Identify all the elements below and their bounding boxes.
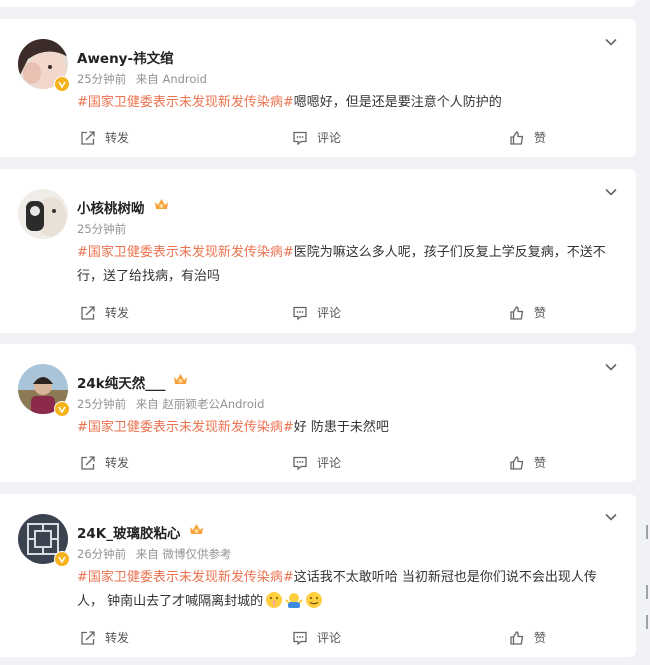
post-time: 25分钟前 bbox=[77, 72, 127, 86]
like-label: 赞 bbox=[534, 306, 547, 320]
scrollbar-tick bbox=[646, 525, 648, 539]
comment-text: #国家卫健委表示未发现新发传染病#好 防患于未然吧 bbox=[77, 416, 622, 440]
comment-text: #国家卫健委表示未发现新发传染病#嗯嗯好，但是还是要注意个人防护的 bbox=[77, 91, 622, 115]
comment-label: 评论 bbox=[317, 456, 342, 470]
previous-card-edge bbox=[0, 0, 636, 7]
share-label: 转发 bbox=[105, 456, 130, 470]
post-meta: 26分钟前 来自 微博仅供参考 bbox=[77, 546, 237, 562]
verified-badge-icon bbox=[54, 76, 70, 92]
post-time: 25分钟前 bbox=[77, 397, 127, 411]
share-label: 转发 bbox=[105, 306, 130, 320]
topic-tag[interactable]: #国家卫健委表示未发现新发传染病# bbox=[77, 245, 294, 260]
share-label: 转发 bbox=[105, 131, 130, 145]
post-meta: 25分钟前 来自 赵丽颖老公Android bbox=[77, 396, 270, 412]
comment-card: 24K_玻璃胶粘心 26分钟前 来自 微博仅供参考 #国家卫健委表示未发现新发传… bbox=[0, 494, 636, 657]
share-button[interactable]: 转发 bbox=[80, 129, 129, 146]
topic-tag[interactable]: #国家卫健委表示未发现新发传染病# bbox=[77, 420, 294, 435]
comment-icon bbox=[293, 631, 307, 645]
member-crown-icon bbox=[155, 199, 168, 209]
chevron-down-icon[interactable] bbox=[604, 360, 618, 374]
share-icon bbox=[81, 305, 95, 320]
comment-body: 嗯嗯好，但是还是要注意个人防护的 bbox=[293, 95, 502, 110]
comment-button[interactable]: 评论 bbox=[292, 629, 341, 646]
share-button[interactable]: 转发 bbox=[80, 454, 129, 471]
username[interactable]: 24K_玻璃胶粘心 bbox=[77, 522, 181, 542]
username[interactable]: Aweny-祎文绾 bbox=[77, 47, 174, 67]
thumbs-up-icon bbox=[510, 630, 524, 645]
member-crown-icon bbox=[190, 524, 203, 534]
comment-text: #国家卫健委表示未发现新发传染病#医院为嘛这么多人呢，孩子们反复上学反复病，不送… bbox=[77, 241, 622, 289]
comment-button[interactable]: 评论 bbox=[292, 129, 341, 146]
post-time: 25分钟前 bbox=[77, 222, 127, 236]
like-label: 赞 bbox=[534, 631, 547, 645]
like-button[interactable]: 赞 bbox=[509, 304, 546, 321]
verified-badge-icon bbox=[54, 401, 70, 417]
comment-body: 好 防患于未然吧 bbox=[293, 420, 389, 435]
topic-tag[interactable]: #国家卫健委表示未发现新发传染病# bbox=[77, 570, 294, 585]
comment-label: 评论 bbox=[317, 131, 342, 145]
share-button[interactable]: 转发 bbox=[80, 629, 129, 646]
comment-text: #国家卫健委表示未发现新发传染病#这话我不太敢听哈 当初新冠也是你们说不会出现人… bbox=[77, 566, 622, 614]
post-source: 来自 Android bbox=[135, 72, 207, 86]
username[interactable]: 24k纯天然___ bbox=[77, 372, 166, 392]
avatar[interactable] bbox=[18, 189, 68, 239]
like-button[interactable]: 赞 bbox=[509, 454, 546, 471]
comment-icon bbox=[293, 456, 307, 470]
share-icon bbox=[81, 455, 95, 470]
like-label: 赞 bbox=[534, 456, 547, 470]
chevron-down-icon[interactable] bbox=[604, 510, 618, 524]
comment-icon bbox=[293, 131, 307, 145]
comment-label: 评论 bbox=[317, 306, 342, 320]
hush-emoji-icon bbox=[266, 592, 283, 608]
comment-icon bbox=[293, 306, 307, 320]
scrollbar-tick bbox=[646, 585, 648, 599]
topic-tag[interactable]: #国家卫健委表示未发现新发传染病# bbox=[77, 95, 294, 110]
chevron-down-icon[interactable] bbox=[604, 185, 618, 199]
thumbs-up-icon bbox=[510, 130, 524, 145]
thumbs-up-icon bbox=[510, 305, 524, 320]
comment-card: 24k纯天然___ 25分钟前 来自 赵丽颖老公Android #国家卫健委表示… bbox=[0, 344, 636, 482]
shrug-emoji-icon bbox=[285, 593, 303, 608]
scrollbar-tick bbox=[646, 615, 648, 629]
verified-badge-icon bbox=[54, 551, 70, 567]
like-button[interactable]: 赞 bbox=[509, 129, 546, 146]
share-button[interactable]: 转发 bbox=[80, 304, 129, 321]
thumbs-up-icon bbox=[510, 455, 524, 470]
grimace-emoji-icon bbox=[306, 592, 323, 608]
share-label: 转发 bbox=[105, 631, 130, 645]
share-icon bbox=[81, 630, 95, 645]
comment-button[interactable]: 评论 bbox=[292, 454, 341, 471]
username[interactable]: 小核桃树呦 bbox=[77, 197, 145, 217]
chevron-down-icon[interactable] bbox=[604, 35, 618, 49]
like-button[interactable]: 赞 bbox=[509, 629, 546, 646]
post-source: 来自 微博仅供参考 bbox=[135, 547, 232, 561]
like-label: 赞 bbox=[534, 131, 547, 145]
post-meta: 25分钟前 bbox=[77, 221, 132, 237]
post-source: 来自 赵丽颖老公Android bbox=[135, 397, 265, 411]
member-crown-icon bbox=[174, 374, 187, 384]
comment-button[interactable]: 评论 bbox=[292, 304, 341, 321]
comment-card: Aweny-祎文绾 25分钟前 来自 Android #国家卫健委表示未发现新发… bbox=[0, 19, 636, 157]
comment-label: 评论 bbox=[317, 631, 342, 645]
post-time: 26分钟前 bbox=[77, 547, 127, 561]
share-icon bbox=[81, 130, 95, 145]
comment-card: 小核桃树呦 25分钟前 #国家卫健委表示未发现新发传染病#医院为嘛这么多人呢，孩… bbox=[0, 169, 636, 333]
post-meta: 25分钟前 来自 Android bbox=[77, 71, 213, 87]
